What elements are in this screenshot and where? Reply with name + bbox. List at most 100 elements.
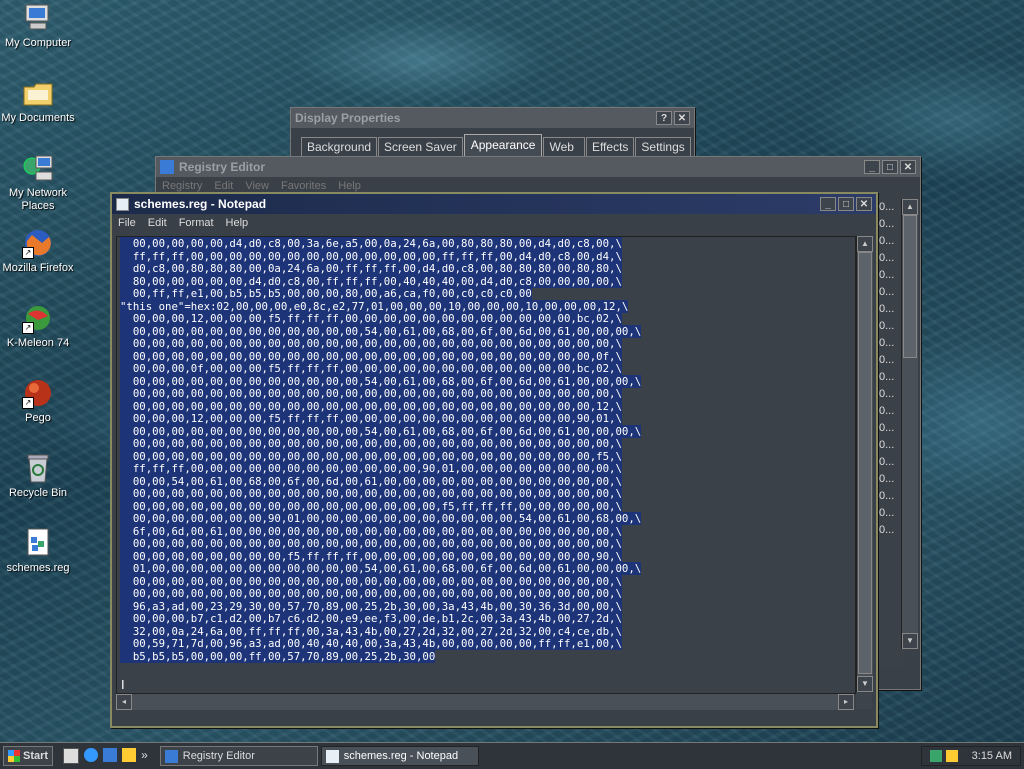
media-icon[interactable] [122, 748, 137, 762]
notepad-app-icon [116, 197, 129, 211]
outlook-icon[interactable] [103, 748, 118, 762]
registry-editor-titlebar[interactable]: Registry Editor _ □ ✕ [156, 157, 920, 177]
menu-registry[interactable]: Registry [156, 180, 208, 192]
close-button[interactable]: ✕ [856, 197, 872, 211]
text-line: 32,00,0a,24,6a,00,ff,ff,ff,00,3a,43,4b,0… [120, 624, 622, 638]
tab-appearance[interactable]: Appearance [463, 134, 543, 156]
scroll-right-button[interactable]: ▸ [838, 694, 854, 710]
display-properties-titlebar[interactable]: Display Properties ? ✕ [291, 108, 694, 128]
close-button[interactable]: ✕ [900, 160, 916, 174]
tab-screen-saver[interactable]: Screen Saver [378, 137, 463, 156]
tab-background[interactable]: Background [301, 137, 378, 156]
desktop-icon-recycle-bin[interactable]: Recycle Bin [0, 452, 76, 500]
desktop-icon-my-network-places[interactable]: My Network Places [0, 152, 76, 213]
menu-edit[interactable]: Edit [142, 217, 173, 229]
tab-strip: Background Screen Saver Appearance Web E… [291, 128, 694, 156]
help-button[interactable]: ? [656, 111, 672, 125]
scroll-up-button[interactable]: ▲ [857, 236, 873, 252]
shortcut-arrow-icon: ↗ [22, 322, 34, 334]
text-line: 00,00,00,00,00,00,00,00,00,00,00,00,00,0… [120, 337, 622, 350]
notepad-icon [325, 749, 339, 763]
text-line: 00,00,00,00,00,00,00,00,00,00,00,00,54,0… [120, 374, 642, 388]
folder-icon [22, 77, 54, 109]
desktop-icon-label: K-Meleon 74 [6, 337, 70, 349]
task-notepad[interactable]: schemes.reg - Notepad [320, 746, 479, 766]
computer-icon [22, 2, 54, 34]
text-cursor-icon: I [121, 677, 125, 692]
desktop-icon-my-computer[interactable]: My Computer [0, 2, 76, 50]
scroll-thumb[interactable] [903, 215, 917, 358]
text-line: 6f,00,6d,00,61,00,00,00,00,00,00,00,00,0… [120, 524, 622, 538]
menu-format[interactable]: Format [173, 217, 220, 229]
text-line: 00,00,00,00,00,00,00,00,f5,ff,ff,ff,00,0… [120, 549, 622, 563]
system-tray: 3:15 AM [921, 746, 1021, 766]
window-title: Display Properties [295, 111, 401, 125]
scroll-thumb[interactable] [858, 252, 872, 674]
menu-favorites[interactable]: Favorites [275, 180, 332, 192]
tab-web[interactable]: Web [543, 137, 585, 156]
scroll-left-button[interactable]: ◂ [116, 694, 132, 710]
tab-effects[interactable]: Effects [585, 137, 635, 156]
editor-text: 00,00,00,00,00,d4,d0,c8,00,3a,6e,a5,00,0… [117, 237, 855, 663]
close-button[interactable]: ✕ [674, 111, 690, 125]
network-tray-icon[interactable] [930, 750, 942, 762]
quicklaunch-chevron[interactable]: » [141, 748, 148, 764]
text-line: "this one"=hex:02,00,00,00,e0,8c,e2,77,0… [120, 299, 629, 313]
notepad-horizontal-scrollbar[interactable]: ◂ ▸ [116, 693, 854, 710]
scroll-down-button[interactable]: ▼ [902, 633, 918, 649]
show-desktop-icon[interactable] [63, 748, 80, 764]
text-line: 01,00,00,00,00,00,00,00,00,00,00,00,54,0… [120, 562, 642, 575]
volume-tray-icon[interactable] [946, 750, 958, 762]
text-line: 00,00,00,00,00,00,00,00,00,00,00,00,00,0… [120, 499, 622, 513]
desktop-icon-k-meleon[interactable]: ↗ K-Meleon 74 [0, 302, 76, 350]
kmeleon-icon: ↗ [22, 302, 54, 334]
desktop-icon-label: Mozilla Firefox [2, 262, 74, 274]
task-registry-editor[interactable]: Registry Editor [159, 746, 318, 766]
menu-file[interactable]: File [112, 217, 142, 229]
quick-launch: » [63, 748, 148, 764]
notepad-menubar: File Edit Format Help [112, 214, 876, 232]
notepad-window[interactable]: schemes.reg - Notepad _ □ ✕ File Edit Fo… [110, 192, 878, 728]
resize-grip-icon[interactable] [856, 693, 872, 709]
network-icon [22, 152, 54, 184]
registry-vertical-scrollbar[interactable]: ▲ ▼ [901, 199, 918, 649]
shortcut-arrow-icon: ↗ [22, 247, 34, 259]
notepad-titlebar[interactable]: schemes.reg - Notepad _ □ ✕ [112, 194, 876, 214]
desktop-icon-schemes-reg[interactable]: schemes.reg [0, 527, 76, 575]
windows-logo-icon [8, 750, 20, 762]
scroll-down-button[interactable]: ▼ [857, 676, 873, 692]
desktop-icon-mozilla-firefox[interactable]: ↗ Mozilla Firefox [0, 227, 76, 275]
start-button[interactable]: Start [3, 746, 54, 766]
menu-help[interactable]: Help [332, 180, 367, 192]
task-label: Registry Editor [182, 750, 255, 762]
registry-file-icon [22, 527, 54, 559]
desktop-icon-label: schemes.reg [6, 562, 70, 574]
task-label: schemes.reg - Notepad [343, 750, 459, 762]
text-line: 00,59,71,7d,00,96,a3,ad,00,40,40,40,00,3… [120, 637, 622, 650]
clock[interactable]: 3:15 AM [972, 750, 1012, 762]
ie-icon[interactable] [84, 748, 99, 762]
tab-settings[interactable]: Settings [635, 137, 691, 156]
firefox-icon: ↗ [22, 227, 54, 259]
maximize-button[interactable]: □ [838, 197, 854, 211]
text-line: 00,00,00,00,00,00,00,00,00,00,00,00,00,0… [120, 574, 622, 588]
text-editor-area[interactable]: 00,00,00,00,00,d4,d0,c8,00,3a,6e,a5,00,0… [116, 236, 856, 694]
minimize-button[interactable]: _ [820, 197, 836, 211]
text-line: ff,ff,ff,00,00,00,00,00,00,00,00,00,00,0… [120, 462, 622, 475]
menu-edit[interactable]: Edit [208, 180, 239, 192]
notepad-vertical-scrollbar[interactable]: ▲ ▼ [856, 236, 873, 692]
minimize-button[interactable]: _ [864, 160, 880, 174]
text-line: 00,00,00,00,00,d4,d0,c8,00,3a,6e,a5,00,0… [120, 237, 622, 250]
text-line: 00,00,00,00,00,00,00,90,01,00,00,00,00,0… [120, 512, 642, 525]
scroll-up-button[interactable]: ▲ [902, 199, 918, 215]
maximize-button[interactable]: □ [882, 160, 898, 174]
desktop-icon-my-documents[interactable]: My Documents [0, 77, 76, 125]
desktop-icon-label: My Computer [4, 37, 72, 49]
desktop-icon-pego[interactable]: ↗ Pego [0, 377, 76, 425]
menu-help[interactable]: Help [220, 217, 255, 229]
text-line: 00,00,54,00,61,00,68,00,6f,00,6d,00,61,0… [120, 474, 622, 488]
menu-view[interactable]: View [239, 180, 275, 192]
recycle-bin-icon [22, 452, 54, 484]
text-line: 00,00,00,b7,c1,d2,00,b7,c6,d2,00,e9,ee,f… [120, 612, 622, 625]
desktop-icon-label: My Network Places [8, 187, 68, 212]
